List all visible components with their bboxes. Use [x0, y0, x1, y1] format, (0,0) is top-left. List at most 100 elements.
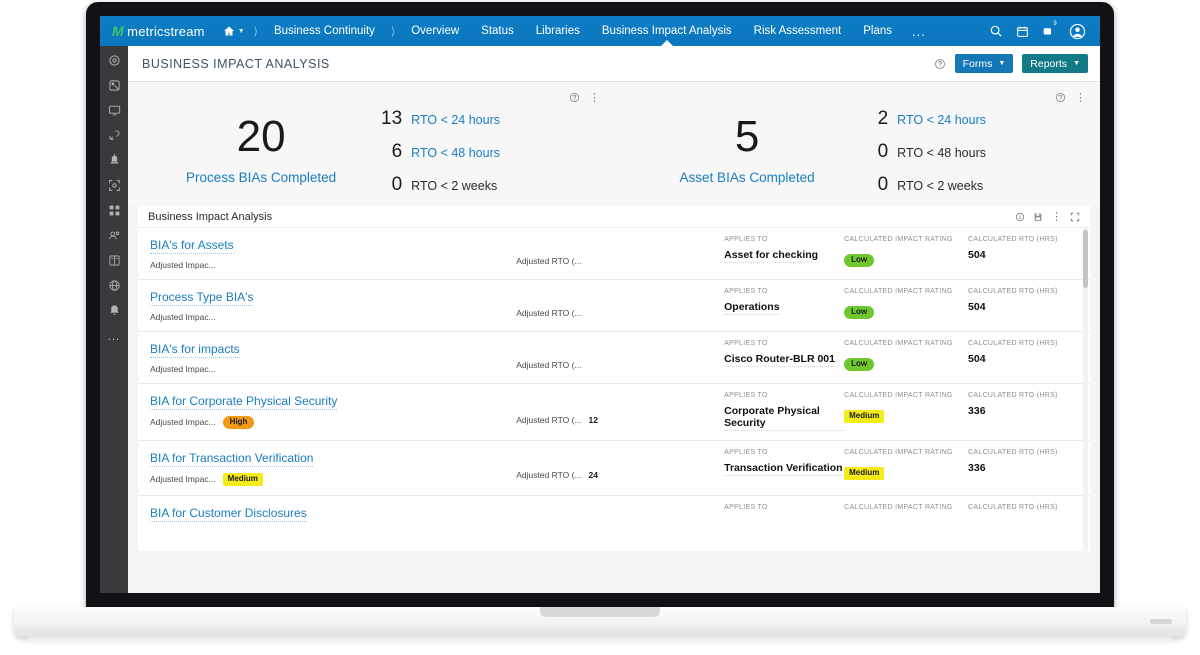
applies-to-cell: APPLIES TO Cisco Router-BLR 001: [724, 340, 844, 374]
nav-item-overview[interactable]: Overview: [400, 16, 470, 46]
row-adjusted-rto: Adjusted RTO (... 24: [516, 449, 724, 486]
status-badge: Medium: [844, 467, 885, 480]
rail-more-menu[interactable]: ...: [108, 331, 120, 343]
kpi-breakdown: 13 RTO < 24 hours 6 RTO < 48 hours 0 RTO…: [380, 94, 600, 196]
kpi-breakdown-count: 6: [391, 141, 403, 162]
kpi-value: 20: [236, 112, 286, 161]
calculated-rto-cell: CALCULATED RTO (HRS) 336: [968, 449, 1080, 486]
row-title-link[interactable]: BIA for Transaction Verification: [150, 451, 314, 467]
impact-rating-cell: CALCULATED IMPACT RATING Medium: [844, 449, 968, 486]
bell-icon[interactable]: [108, 304, 121, 317]
home-icon[interactable]: ▼: [219, 25, 249, 37]
kpi-breakdown-count: 13: [381, 108, 403, 129]
kpi-breakdown-row: 0 RTO < 2 weeks: [380, 174, 600, 196]
grid-apps-icon[interactable]: [108, 204, 121, 217]
link-broken-icon[interactable]: [108, 129, 121, 142]
alert-beacon-icon[interactable]: [108, 154, 121, 167]
kpi-breakdown-row: 0 RTO < 48 hours: [866, 141, 1086, 163]
row-title-link[interactable]: BIA for Customer Disclosures: [150, 506, 307, 522]
kpi-card-asset-bias: ⋮ 5 Asset BIAs Completed 2 RTO < 24 hour…: [614, 88, 1100, 196]
row-title-link[interactable]: BIA's for impacts: [150, 342, 240, 358]
book-library-icon[interactable]: [108, 254, 121, 267]
settings-gear-icon[interactable]: [108, 54, 121, 67]
top-nav-actions: 9: [989, 20, 1092, 40]
table-row[interactable]: BIA for Corporate Physical Security Adju…: [138, 384, 1090, 441]
nav-overflow-menu[interactable]: ...: [903, 16, 935, 46]
fullscreen-icon[interactable]: [1070, 212, 1080, 222]
kebab-menu-icon[interactable]: ⋮: [1075, 92, 1086, 103]
table-tools: ⋮: [1015, 211, 1080, 222]
logo[interactable]: M metricstream: [100, 24, 219, 39]
nav-item-risk-assessment[interactable]: Risk Assessment: [743, 16, 853, 46]
row-title-link[interactable]: BIA's for Assets: [150, 238, 234, 254]
content-area: BUSINESS IMPACT ANALYSIS Forms ▼ Reports: [128, 46, 1100, 593]
nav-item-libraries[interactable]: Libraries: [525, 16, 591, 46]
kpi-breakdown-row: 0 RTO < 2 weeks: [866, 174, 1086, 196]
search-icon[interactable]: [989, 24, 1003, 38]
users-group-icon[interactable]: [108, 229, 121, 242]
kpi-breakdown-row: 2 RTO < 24 hours: [866, 108, 1086, 130]
dashboard-footer-space: [128, 551, 1100, 593]
page-header: BUSINESS IMPACT ANALYSIS Forms ▼ Reports: [128, 46, 1100, 82]
kpi-breakdown-label[interactable]: RTO < 48 hours: [411, 146, 500, 160]
calculated-rto-value: 504: [968, 353, 986, 365]
calendar-icon[interactable]: [1016, 25, 1029, 38]
nav-item-status[interactable]: Status: [470, 16, 525, 46]
table-row[interactable]: BIA's for impacts Adjusted Impac... Adju…: [138, 332, 1090, 384]
info-circle-icon[interactable]: [1015, 212, 1025, 222]
bia-table-body[interactable]: BIA's for Assets Adjusted Impac... Adjus…: [138, 228, 1090, 551]
notification-badge: 9: [1051, 20, 1059, 28]
column-header-applies-to: APPLIES TO: [724, 340, 768, 347]
breadcrumb-business-continuity[interactable]: Business Continuity: [263, 16, 386, 46]
adjusted-rto-label: Adjusted RTO (...: [516, 360, 582, 370]
export-icon[interactable]: [1033, 212, 1043, 222]
kpi-breakdown-label[interactable]: RTO < 24 hours: [897, 113, 986, 127]
impact-rating-cell: CALCULATED IMPACT RATING Low: [844, 288, 968, 322]
row-adjusted-rto: Adjusted RTO (...: [516, 288, 724, 322]
adjusted-impact-label: Adjusted Impac...: [150, 474, 216, 485]
adjusted-impact-label: Adjusted Impac...: [150, 364, 216, 374]
tag-icon[interactable]: [108, 79, 121, 92]
reports-button[interactable]: Reports ▼: [1022, 54, 1088, 73]
kpi-breakdown-label[interactable]: RTO < 24 hours: [411, 113, 500, 127]
row-adjusted-rto: Adjusted RTO (...: [516, 236, 724, 270]
help-circle-icon[interactable]: [934, 58, 946, 70]
row-name-cell: BIA for Customer Disclosures: [148, 504, 516, 526]
adjusted-impact-label: Adjusted Impac...: [150, 260, 216, 270]
status-badge: Medium: [844, 410, 885, 423]
calculated-rto-value: 336: [968, 462, 986, 474]
scrollbar-thumb[interactable]: [1083, 230, 1088, 288]
user-avatar-icon[interactable]: [1069, 23, 1086, 40]
applies-to-cell: APPLIES TO Asset for checking: [724, 236, 844, 270]
applies-to-cell: APPLIES TO Transaction Verification: [724, 449, 844, 486]
nav-item-plans[interactable]: Plans: [852, 16, 903, 46]
table-row[interactable]: BIA's for Assets Adjusted Impac... Adjus…: [138, 228, 1090, 280]
forms-button[interactable]: Forms ▼: [954, 54, 1014, 73]
expand-scan-icon[interactable]: [108, 179, 121, 192]
nav-item-business-impact-analysis[interactable]: Business Impact Analysis: [591, 16, 743, 46]
notifications-icon[interactable]: 9: [1042, 20, 1059, 38]
applies-to-cell: APPLIES TO Corporate Physical Security: [724, 392, 845, 431]
table-row[interactable]: BIA for Transaction Verification Adjuste…: [138, 441, 1090, 496]
table-row[interactable]: BIA for Customer Disclosures APPLIES TO …: [138, 496, 1090, 535]
breadcrumb-separator-icon-2: ⟩: [390, 25, 396, 38]
logo-text: metricstream: [127, 23, 205, 39]
row-adjusted-rto: [516, 504, 724, 526]
kpi-label[interactable]: Process BIAs Completed: [186, 170, 336, 185]
kebab-menu-icon[interactable]: ⋮: [589, 92, 600, 103]
calculated-rto-value: 504: [968, 301, 986, 313]
row-title-link[interactable]: BIA for Corporate Physical Security: [150, 394, 338, 410]
laptop-base-shadow: [28, 637, 1172, 644]
row-title-link[interactable]: Process Type BIA's: [150, 290, 254, 306]
kpi-label[interactable]: Asset BIAs Completed: [680, 170, 815, 185]
kpi-breakdown: 2 RTO < 24 hours 0 RTO < 48 hours 0 RTO …: [866, 94, 1086, 196]
monitor-icon[interactable]: [108, 104, 121, 117]
help-circle-icon[interactable]: [569, 92, 580, 103]
globe-icon[interactable]: [108, 279, 121, 292]
help-circle-icon[interactable]: [1055, 92, 1066, 103]
kpi-card-tools: ⋮: [1055, 92, 1086, 103]
table-row[interactable]: Process Type BIA's Adjusted Impac... Adj…: [138, 280, 1090, 332]
kpi-primary: 5 Asset BIAs Completed: [628, 94, 866, 196]
calculated-rto-value: 504: [968, 249, 986, 261]
kebab-menu-icon[interactable]: ⋮: [1051, 211, 1062, 222]
